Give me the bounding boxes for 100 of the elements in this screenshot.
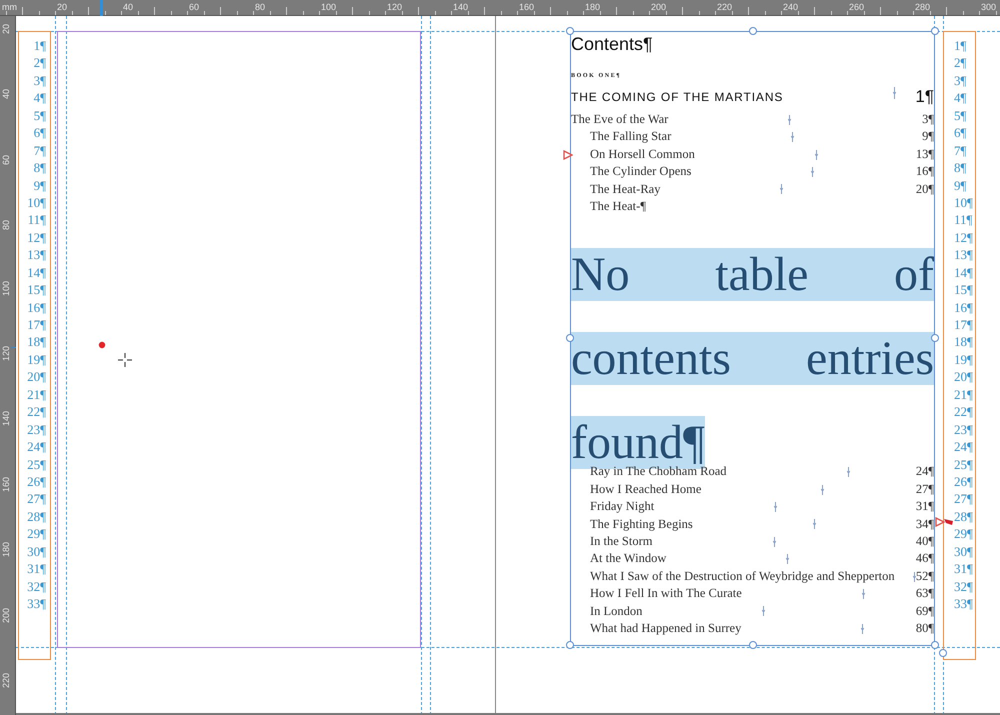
tab-marker-icon <box>893 87 896 99</box>
resize-handle[interactable] <box>566 334 574 342</box>
resize-handle[interactable] <box>749 641 757 649</box>
toc-entry: What had Happened in Surrey <box>590 620 742 638</box>
toc-entry: In the Storm <box>590 533 652 550</box>
line-number: 4¶ <box>954 90 966 106</box>
ruler-label: 160 <box>1 476 11 492</box>
line-number: 20¶ <box>954 369 973 384</box>
ruler-label: 180 <box>585 2 600 12</box>
ruler-label: 120 <box>1 346 11 361</box>
line-number: 3¶ <box>34 72 46 88</box>
line-number: 13¶ <box>954 247 973 262</box>
ruler-label: 200 <box>1 608 11 623</box>
toc-entry: In London <box>590 602 642 620</box>
tab-marker-icon <box>772 536 776 547</box>
line-number: 12¶ <box>954 230 973 245</box>
toc-entry: How I Reached Home <box>590 480 702 498</box>
horizontal-ruler[interactable]: mm 20 40 60 80 100 120 140 160 180 200 220 240 260 280 300 <box>0 0 1000 16</box>
ruler-marker <box>11 346 16 349</box>
line-number: 7¶ <box>954 142 966 158</box>
ruler-label: 240 <box>783 2 798 12</box>
line-number: 18¶ <box>954 334 973 350</box>
line-number: 16¶ <box>27 300 46 315</box>
vertical-ruler[interactable]: 20 40 60 80 100 120 140 160 180 200 220 <box>0 16 16 715</box>
line-number: 31¶ <box>27 561 46 576</box>
line-number: 19¶ <box>27 352 46 367</box>
line-number: 29¶ <box>954 526 973 542</box>
toc-entry: The Cylinder Opens <box>590 163 692 180</box>
line-number: 15¶ <box>954 282 973 298</box>
toc-entry: The Falling Star <box>590 128 672 146</box>
ruler-label: 140 <box>453 2 468 12</box>
line-number: 23¶ <box>27 422 46 437</box>
line-number: 12¶ <box>27 230 46 245</box>
ruler-label: 60 <box>1 154 11 165</box>
toc-entry: How I Fell In with The Curate <box>590 585 742 602</box>
resize-handle[interactable] <box>931 641 939 649</box>
line-number: 10¶ <box>954 194 973 210</box>
toc-entry: The Fighting Begins <box>590 516 693 533</box>
page-number: 1¶ <box>915 87 934 107</box>
tab-marker-icon <box>846 467 850 478</box>
tab-marker-icon <box>780 184 784 194</box>
line-number: 11¶ <box>954 212 972 228</box>
line-number: 15¶ <box>27 282 46 298</box>
line-number: 17¶ <box>954 317 973 332</box>
resize-handle[interactable] <box>931 334 939 342</box>
resize-handle[interactable] <box>566 27 574 35</box>
out-port-handle[interactable] <box>939 649 947 657</box>
toc-entry: On Horsell Common <box>590 146 695 163</box>
line-number: 28¶ <box>27 508 46 524</box>
line-number: 23¶ <box>954 422 973 437</box>
line-number: 1¶ <box>34 38 46 53</box>
tab-marker-icon <box>791 132 794 142</box>
ruler-label: 180 <box>1 542 11 558</box>
toc-entry: Ray in The Chobham Road <box>590 464 727 480</box>
line-number: 22¶ <box>954 404 973 420</box>
ruler-label: 20 <box>57 2 68 12</box>
line-number: 9¶ <box>34 178 46 192</box>
tab-marker-icon <box>912 572 916 582</box>
toc-entry: The Heat-¶ <box>590 198 646 216</box>
page-number: 20¶ <box>916 180 934 198</box>
page-number: 13¶ <box>916 146 934 163</box>
line-number: 26¶ <box>954 474 973 489</box>
ruler-unit: mm <box>2 2 17 12</box>
line-number: 21¶ <box>954 386 973 402</box>
ruler-label: 120 <box>387 2 402 12</box>
ruler-marker <box>100 0 104 16</box>
tab-marker-icon <box>786 554 790 564</box>
toc-entry: At the Window <box>590 550 666 568</box>
part-title: THE COMING OF THE MARTIANS <box>571 89 784 106</box>
line-number: 5¶ <box>34 108 46 123</box>
tab-marker-icon <box>814 150 818 160</box>
out-port-arrow-icon <box>935 517 945 527</box>
line-number: 33¶ <box>27 596 46 611</box>
page-number: 69¶ <box>916 602 934 620</box>
line-number: 8¶ <box>954 160 966 176</box>
line-number: 2¶ <box>34 55 46 70</box>
line-number: 30¶ <box>954 544 973 559</box>
line-number: 25¶ <box>27 456 46 472</box>
page-number: 27¶ <box>916 480 934 498</box>
line-number: 6¶ <box>954 125 966 140</box>
line-number: 24¶ <box>954 439 973 454</box>
line-number: 5¶ <box>954 108 966 123</box>
line-number: 32¶ <box>27 578 46 594</box>
tab-marker-icon <box>812 519 816 530</box>
resize-handle[interactable] <box>566 641 574 649</box>
resize-handle[interactable] <box>931 27 939 35</box>
page-number: 3¶ <box>922 111 934 128</box>
line-number: 20¶ <box>27 369 46 384</box>
line-number: 16¶ <box>954 300 973 315</box>
ruler-label: 80 <box>255 2 266 12</box>
ruler-label: 220 <box>717 2 732 12</box>
line-number: 33¶ <box>954 596 973 611</box>
toc-heading: Contents¶ <box>571 34 653 54</box>
line-number: 18¶ <box>27 334 46 350</box>
ruler-label: 160 <box>519 2 534 12</box>
resize-handle[interactable] <box>749 27 757 35</box>
line-number: 29¶ <box>27 526 46 542</box>
line-number: 25¶ <box>954 456 973 472</box>
line-number: 17¶ <box>27 317 46 332</box>
line-number: 10¶ <box>27 194 46 210</box>
